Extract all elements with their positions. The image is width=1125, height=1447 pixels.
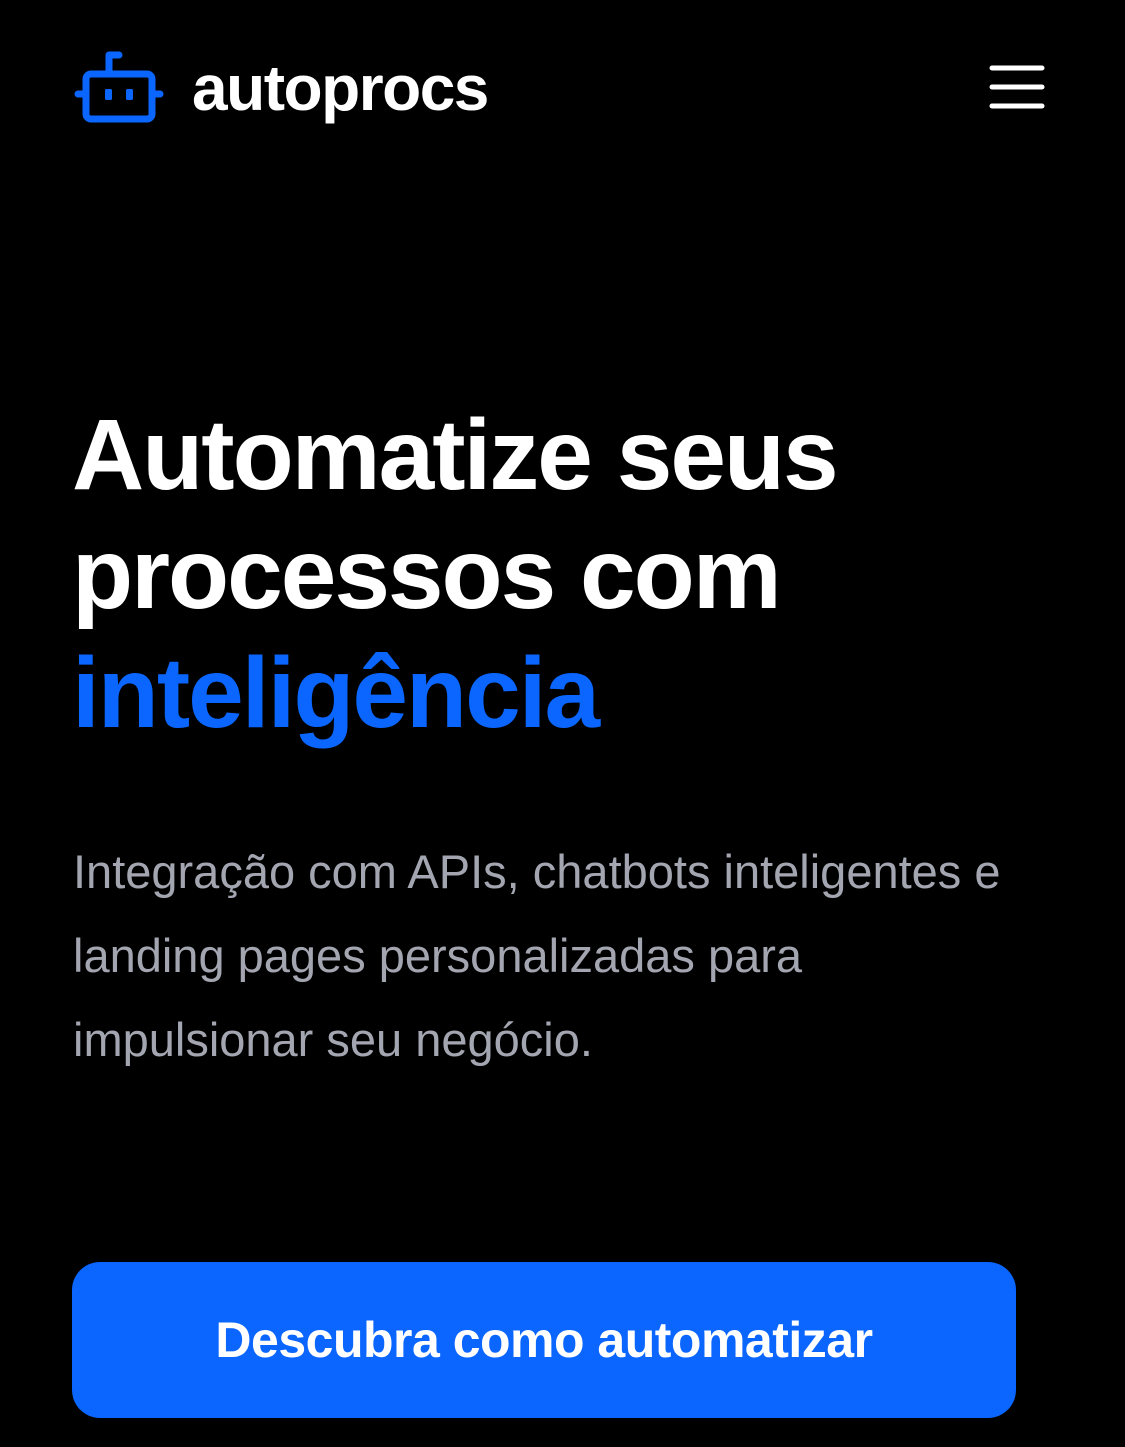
- cta-button[interactable]: Descubra como automatizar: [72, 1262, 1016, 1418]
- hero-title-highlight: inteligência: [72, 637, 600, 749]
- hero-title: Automatize seus processos com inteligênc…: [72, 396, 1082, 753]
- menu-button[interactable]: [984, 58, 1050, 116]
- brand-name: autoprocs: [192, 52, 489, 124]
- site-header: autoprocs: [0, 0, 1125, 180]
- hero-subtitle: Integração com APIs, chatbots inteligent…: [73, 845, 1001, 1066]
- hero-title-line-2: processos com: [72, 518, 782, 630]
- robot-icon: [74, 51, 164, 123]
- hamburger-menu-icon: [989, 65, 1045, 109]
- brand-logo-link[interactable]: autoprocs: [74, 48, 489, 128]
- hero-title-line-1: Automatize seus: [72, 399, 839, 511]
